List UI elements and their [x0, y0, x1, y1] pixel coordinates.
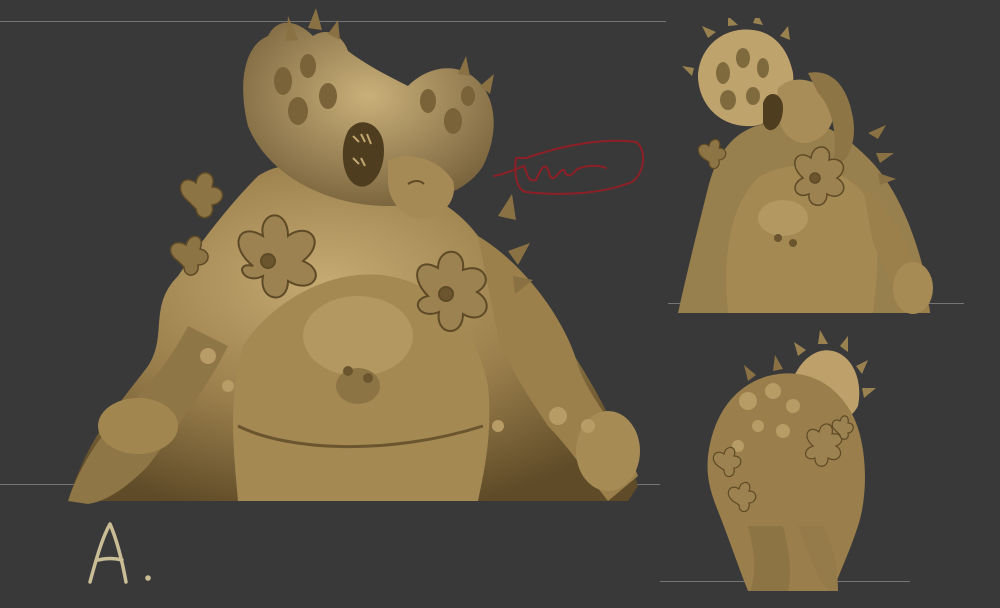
creature-front-render	[68, 8, 640, 504]
creature-back-render	[707, 330, 876, 591]
front-view-sculpt	[28, 6, 648, 506]
red-annotation-scribble	[486, 136, 650, 210]
creature-three-quarter-render	[678, 18, 933, 314]
viewport-canvas: A.	[0, 0, 1000, 608]
handwritten-letter-a	[88, 522, 151, 584]
back-view-sculpt	[688, 326, 882, 594]
three-quarter-view-sculpt	[668, 18, 938, 316]
panel-label: A.	[82, 516, 172, 590]
